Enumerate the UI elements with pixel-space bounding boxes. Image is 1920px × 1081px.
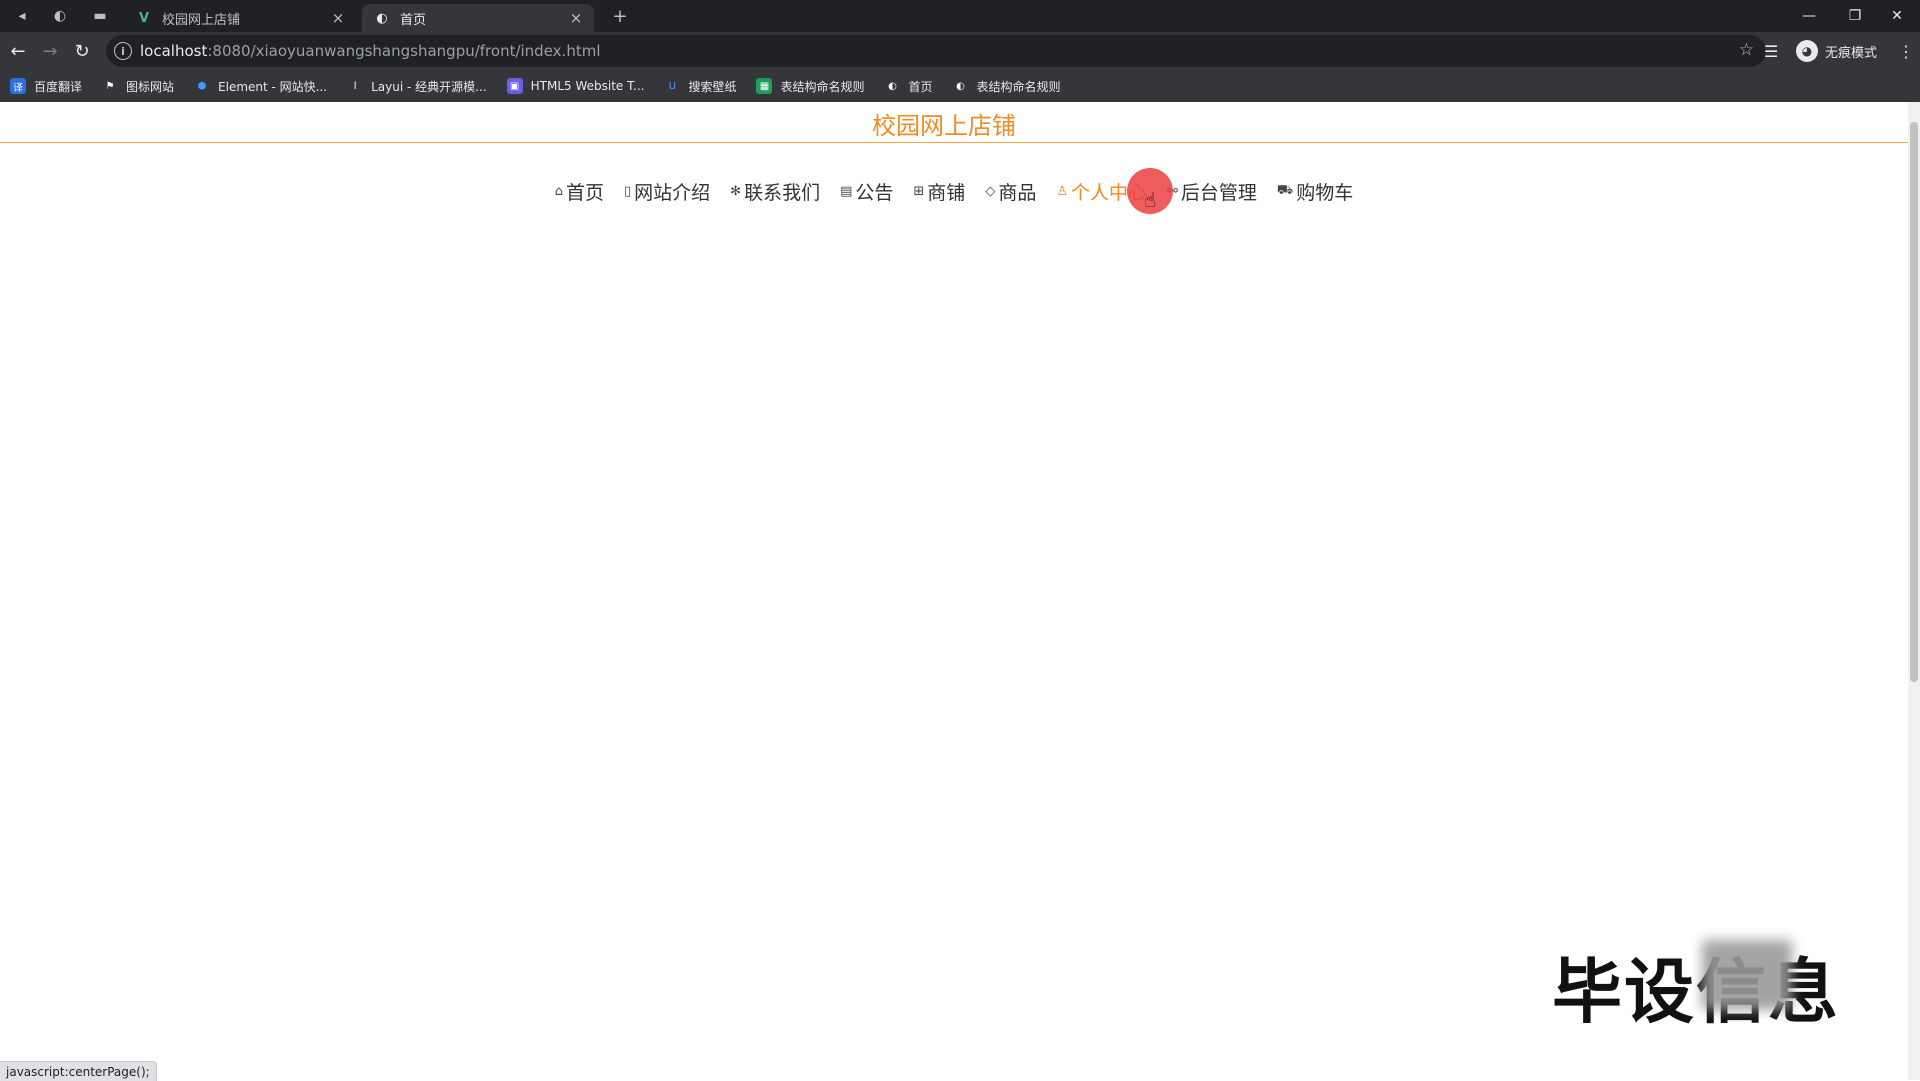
- bookmark-wallpaper[interactable]: U 搜索壁纸: [654, 72, 746, 100]
- page-viewport: 校园网上店铺 ⌂ 首页 ▯ 网站介绍 ✻ 联系我们 ▤ 公告 ⊞ 商铺 ◇ 商品 ♙ 个人中心…: [0, 102, 1908, 1080]
- tab-title: 首页: [400, 12, 427, 28]
- bookmark-home[interactable]: ◐ 首页: [874, 72, 942, 100]
- bookmark-label: Element - 网站快...: [218, 79, 328, 94]
- url-path: :8080/xiaoyuanwangshangshangpu/front/ind…: [207, 42, 601, 60]
- tab-title: 校园网上店铺: [162, 12, 241, 28]
- status-bar: javascript:centerPage();: [0, 1061, 157, 1081]
- bookmark-element[interactable]: ⬢ Element - 网站快...: [184, 72, 337, 100]
- bookmark-label: 百度翻译: [34, 79, 83, 94]
- home-icon: ⌂: [554, 183, 563, 199]
- forward-icon[interactable]: →: [36, 37, 64, 65]
- nav-item-about[interactable]: ▯ 网站介绍: [624, 176, 710, 206]
- site-header: 校园网上店铺: [0, 102, 1908, 143]
- reading-list-icon[interactable]: ☰: [1764, 37, 1778, 65]
- tab-search-icon[interactable]: ▬: [86, 0, 114, 32]
- nav-item-shop[interactable]: ⊞ 商铺: [913, 176, 965, 206]
- translate-icon: 译: [10, 78, 26, 94]
- bookmark-label: HTML5 Website T...: [530, 79, 645, 93]
- nav-label: 后台管理: [1180, 181, 1257, 204]
- back-icon[interactable]: ←: [4, 37, 32, 65]
- bookmark-table-naming-2[interactable]: ◐ 表结构命名规则: [943, 72, 1071, 100]
- address-bar[interactable]: i localhost:8080/xiaoyuanwangshangshangp…: [106, 35, 1766, 67]
- document-icon: ▯: [623, 183, 632, 199]
- close-icon[interactable]: ×: [328, 8, 348, 28]
- bookmark-baidu-translate[interactable]: 译百度翻译: [0, 72, 92, 100]
- hand-cursor-icon: ☝: [1144, 188, 1157, 212]
- bookmark-label: 图标网站: [126, 79, 175, 94]
- watermark-text: 毕设信息: [1552, 951, 1840, 1033]
- tab-campus-shop[interactable]: V 校园网上店铺 ×: [124, 4, 356, 32]
- wallpaper-icon: U: [668, 80, 677, 92]
- site-title: 校园网上店铺: [872, 112, 1016, 140]
- user-icon: ♙: [1056, 183, 1068, 199]
- bookmark-label: 搜索壁纸: [688, 79, 737, 94]
- nav-item-admin[interactable]: ⚯后台管理: [1167, 176, 1257, 206]
- minimize-icon[interactable]: —: [1786, 0, 1832, 32]
- menu-dots-icon[interactable]: ⋮: [1898, 37, 1914, 65]
- element-icon: ⬢: [197, 80, 207, 92]
- url-text: localhost:8080/xiaoyuanwangshangshangpu/…: [140, 42, 601, 60]
- nav-label: 公告: [855, 181, 894, 204]
- vue-icon: V: [138, 10, 150, 26]
- nav-label: 商品: [998, 181, 1037, 204]
- scrollbar-thumb[interactable]: [1910, 122, 1918, 682]
- new-tab-button[interactable]: +: [606, 0, 634, 32]
- site-info-icon[interactable]: i: [114, 42, 132, 60]
- bookmark-label: 表结构命名规则: [780, 79, 865, 94]
- flag-icon: ⚑: [105, 80, 115, 92]
- html5-icon: ▣: [506, 78, 523, 94]
- browser-tab-strip: ◂ ◐ ▬ V 校园网上店铺 × ◐ 首页 × + — ❐ ✕: [0, 0, 1920, 32]
- blur-mask: [1702, 940, 1792, 1010]
- globe-icon: ◐: [376, 10, 388, 26]
- bookmarks-bar: 译百度翻译 ⚑ 图标网站 ⬢ Element - 网站快... l Layui - 经…: [0, 70, 1920, 102]
- bookmark-icon-site[interactable]: ⚑ 图标网站: [92, 72, 184, 100]
- nav-item-contact[interactable]: ✻ 联系我们: [730, 176, 820, 206]
- browser-toolbar: ← → ↻ i localhost:8080/xiaoyuanwangshang…: [0, 32, 1920, 70]
- sheet-icon: ▦: [756, 78, 773, 94]
- cart-icon: ⛟: [1276, 182, 1294, 198]
- close-icon[interactable]: ×: [566, 8, 586, 28]
- tag-icon: ◇: [985, 183, 996, 199]
- nav-item-notice[interactable]: ▤ 公告: [840, 176, 893, 206]
- bookmark-table-naming[interactable]: ▦ 表结构命名规则: [746, 72, 874, 100]
- page-scrollbar[interactable]: [1908, 102, 1920, 1080]
- globe-icon: ◐: [888, 80, 897, 92]
- notice-icon: ▤: [840, 183, 853, 199]
- layui-icon: l: [353, 80, 357, 92]
- nav-label: 购物车: [1296, 181, 1354, 204]
- incognito-icon: ◕: [1796, 40, 1818, 62]
- restore-icon[interactable]: ❐: [1832, 0, 1878, 32]
- nav-label: 商铺: [927, 181, 966, 204]
- nav-item-cart[interactable]: ⛟ 购物车: [1277, 176, 1353, 206]
- nav-label: 网站介绍: [634, 181, 711, 204]
- shop-icon: ⊞: [913, 183, 925, 199]
- bookmark-star-icon[interactable]: ☆: [1739, 40, 1754, 60]
- bookmark-label: 首页: [908, 79, 933, 94]
- bookmark-html5-templates[interactable]: ▣ HTML5 Website T...: [497, 72, 655, 100]
- asterisk-icon: ✻: [730, 183, 742, 199]
- mute-icon[interactable]: ◂: [8, 0, 36, 32]
- nav-item-goods[interactable]: ◇ 商品: [985, 176, 1036, 206]
- reload-icon[interactable]: ↻: [68, 37, 96, 65]
- bookmark-layui[interactable]: l Layui - 经典开源模...: [337, 72, 496, 100]
- nav-label: 联系我们: [744, 181, 821, 204]
- nav-label: 首页: [565, 181, 604, 204]
- url-host: localhost: [140, 42, 208, 60]
- main-nav: ⌂首页 ▯网站介绍 ✻联系我们 ▤公告 ⊞商铺 ◇商品 ♙个人中心 ⚯后台管理 …: [0, 176, 1908, 206]
- close-window-icon[interactable]: ✕: [1874, 0, 1920, 32]
- globe-icon: ◐: [956, 80, 965, 92]
- incognito-label: 无痕模式: [1825, 45, 1878, 61]
- globe-icon[interactable]: ◐: [46, 0, 74, 32]
- nav-item-home[interactable]: ⌂ 首页: [555, 176, 604, 206]
- incognito-indicator[interactable]: ◕ 无痕模式: [1796, 37, 1877, 65]
- bookmark-label: Layui - 经典开源模...: [371, 79, 487, 94]
- tab-home[interactable]: ◐ 首页 ×: [362, 4, 594, 32]
- bookmark-label: 表结构命名规则: [976, 79, 1061, 94]
